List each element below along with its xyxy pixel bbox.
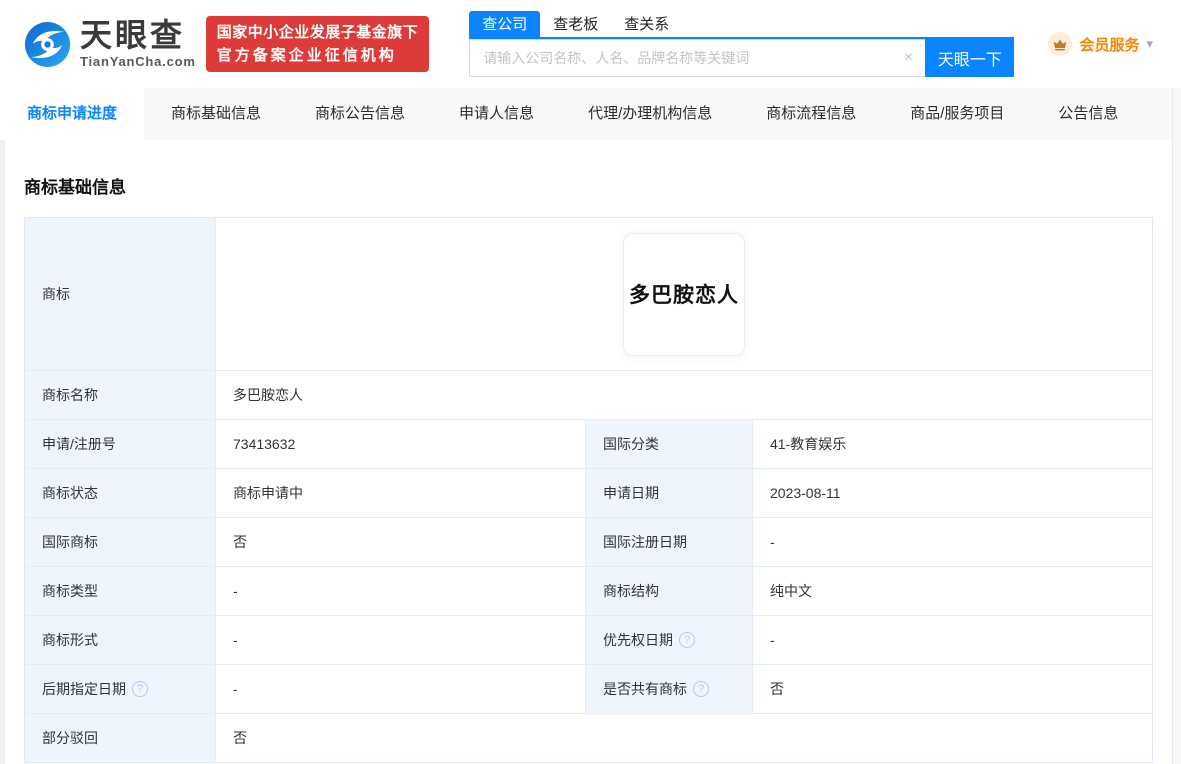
tianyancha-logo[interactable]: 天眼查 TianYanCha.com (24, 19, 196, 69)
table-row: 商标 多巴胺恋人 (25, 218, 1152, 370)
search-button[interactable]: 天眼一下 (925, 39, 1014, 77)
member-services[interactable]: 会员服务 ▾ (1048, 32, 1153, 56)
help-icon[interactable]: ? (679, 632, 695, 648)
field-value: - (215, 616, 585, 664)
table-row: 商标名称 多巴胺恋人 (25, 370, 1152, 419)
brand-name: 天眼查 (80, 19, 196, 51)
clear-search-icon[interactable]: × (904, 50, 913, 66)
field-value: 纯中文 (752, 567, 1152, 615)
help-icon[interactable]: ? (693, 681, 709, 697)
field-value: 41-教育娱乐 (752, 420, 1152, 468)
scrollbar[interactable] (1172, 88, 1181, 764)
table-row: 部分驳回 否 (25, 713, 1152, 762)
main-content: 商标基础信息 商标 多巴胺恋人 商标名称 多巴胺恋人 申请/注册号 734136… (0, 140, 1181, 763)
field-label-text: 后期指定日期 (42, 679, 126, 699)
badge-line2: 官方备案企业征信机构 (217, 44, 419, 67)
field-label: 后期指定日期 ? (25, 665, 215, 713)
field-value: 2023-08-11 (752, 469, 1152, 517)
site-header: 天眼查 TianYanCha.com 国家中小企业发展子基金旗下 官方备案企业征… (0, 0, 1181, 88)
field-label: 商标类型 (25, 567, 215, 615)
tab-agency-info[interactable]: 代理/办理机构信息 (561, 88, 739, 140)
table-row: 申请/注册号 73413632 国际分类 41-教育娱乐 (25, 419, 1152, 468)
search-tab-company[interactable]: 查公司 (469, 11, 540, 37)
search-input[interactable] (469, 39, 925, 77)
field-label: 优先权日期 ? (585, 616, 752, 664)
field-label: 是否共有商标 ? (585, 665, 752, 713)
field-value: - (215, 665, 585, 713)
field-label: 国际注册日期 (585, 518, 752, 566)
field-label: 部分驳回 (25, 714, 215, 762)
trademark-table: 商标 多巴胺恋人 商标名称 多巴胺恋人 申请/注册号 73413632 国际分类… (24, 217, 1153, 763)
field-label: 国际商标 (25, 518, 215, 566)
tianyancha-logo-icon (24, 21, 71, 68)
table-row: 国际商标 否 国际注册日期 - (25, 517, 1152, 566)
search-block: 查公司 查老板 查关系 × 天眼一下 (469, 11, 1014, 77)
field-value: 商标申请中 (215, 469, 585, 517)
search-input-wrap: × (469, 39, 925, 77)
field-value: - (752, 616, 1152, 664)
field-label: 商标形式 (25, 616, 215, 664)
crown-icon (1048, 32, 1072, 56)
field-label: 商标结构 (585, 567, 752, 615)
chevron-down-icon: ▾ (1146, 36, 1153, 52)
member-label: 会员服务 (1079, 34, 1139, 55)
field-label: 申请/注册号 (25, 420, 215, 468)
table-row: 商标形式 - 优先权日期 ? - (25, 615, 1152, 664)
field-value: 否 (215, 714, 1152, 762)
field-value: 73413632 (215, 420, 585, 468)
search-bar: × 天眼一下 (469, 39, 1014, 77)
search-tab-relation[interactable]: 查关系 (611, 11, 682, 37)
tab-announcement-info[interactable]: 公告信息 (1031, 88, 1145, 140)
table-row: 商标状态 商标申请中 申请日期 2023-08-11 (25, 468, 1152, 517)
trademark-image-text: 多巴胺恋人 (629, 279, 739, 309)
tab-trademark-progress[interactable]: 商标申请进度 (0, 88, 144, 140)
table-row: 商标类型 - 商标结构 纯中文 (25, 566, 1152, 615)
field-value: - (752, 518, 1152, 566)
badge-line1: 国家中小企业发展子基金旗下 (217, 21, 419, 44)
detail-nav: 商标申请进度 商标基础信息 商标公告信息 申请人信息 代理/办理机构信息 商标流… (0, 88, 1181, 140)
field-label: 商标状态 (25, 469, 215, 517)
page-left-edge (0, 140, 5, 764)
field-value: - (215, 567, 585, 615)
field-label: 商标名称 (25, 371, 215, 419)
tab-trademark-process[interactable]: 商标流程信息 (739, 88, 883, 140)
field-label-text: 是否共有商标 (603, 679, 687, 699)
tab-trademark-announcement[interactable]: 商标公告信息 (288, 88, 432, 140)
brand-domain: TianYanCha.com (80, 54, 196, 69)
help-icon[interactable]: ? (132, 681, 148, 697)
field-value: 否 (752, 665, 1152, 713)
field-label: 申请日期 (585, 469, 752, 517)
table-row: 后期指定日期 ? - 是否共有商标 ? 否 (25, 664, 1152, 713)
field-value: 多巴胺恋人 (215, 371, 1152, 419)
logo-text: 天眼查 TianYanCha.com (80, 19, 196, 69)
tab-trademark-basic-info[interactable]: 商标基础信息 (144, 88, 288, 140)
field-label: 商标 (25, 218, 215, 370)
tab-applicant-info[interactable]: 申请人信息 (432, 88, 561, 140)
field-label-text: 优先权日期 (603, 630, 673, 650)
page: 天眼查 TianYanCha.com 国家中小企业发展子基金旗下 官方备案企业征… (0, 0, 1181, 764)
field-label: 国际分类 (585, 420, 752, 468)
section-title: 商标基础信息 (24, 173, 1157, 198)
search-tabs: 查公司 查老板 查关系 (469, 11, 1014, 39)
search-tab-boss[interactable]: 查老板 (540, 11, 611, 37)
tab-goods-services[interactable]: 商品/服务项目 (883, 88, 1031, 140)
field-value: 否 (215, 518, 585, 566)
official-badge: 国家中小企业发展子基金旗下 官方备案企业征信机构 (206, 16, 430, 73)
field-value: 多巴胺恋人 (215, 218, 1152, 370)
trademark-image[interactable]: 多巴胺恋人 (623, 233, 745, 356)
